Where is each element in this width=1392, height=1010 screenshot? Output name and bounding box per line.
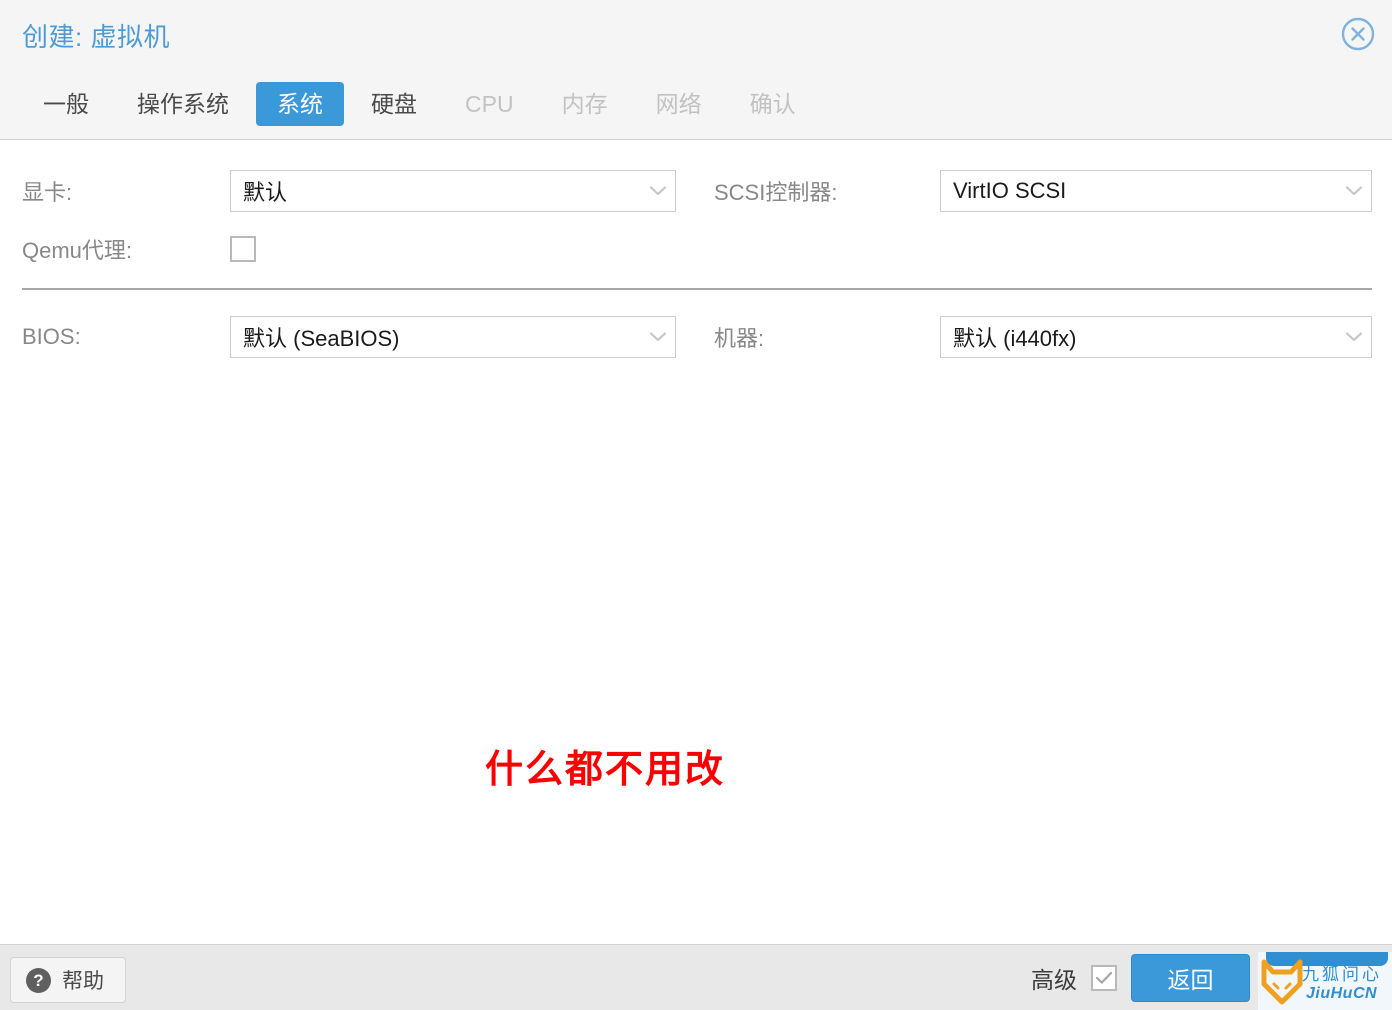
dialog-header: 创建: 虚拟机 一般 操作系统 系统 硬盘 CPU 内存 网络 确认 xyxy=(0,0,1392,140)
tab-disk[interactable]: 硬盘 xyxy=(350,82,438,126)
machine-label: 机器: xyxy=(714,326,765,351)
scsi-controller-label: SCSI控制器: xyxy=(714,180,838,205)
bios-value: 默认 (SeaBIOS) xyxy=(243,326,400,351)
close-icon[interactable] xyxy=(1340,16,1376,52)
tab-bar: 一般 操作系统 系统 硬盘 CPU 内存 网络 确认 xyxy=(0,82,1392,130)
section-divider xyxy=(22,288,1372,290)
page-title: 创建: 虚拟机 xyxy=(22,22,170,52)
machine-select[interactable]: 默认 (i440fx) xyxy=(940,316,1372,358)
watermark-text-en: JiuHuCN xyxy=(1306,985,1378,1002)
firmware-settings-form: BIOS: 默认 (SeaBIOS) 机器: 默认 (i440fx) xyxy=(0,308,1392,366)
chevron-down-icon xyxy=(1337,171,1371,211)
tab-network[interactable]: 网络 xyxy=(635,82,723,126)
system-settings-form: 显卡: 默认 SCSI控制器: VirtIO SCSI Qemu代理: xyxy=(0,162,1392,278)
scsi-controller-select[interactable]: VirtIO SCSI xyxy=(940,170,1372,212)
dialog-footer: ? 帮助 高级 返回 九狐问心 JiuHuCN xyxy=(0,944,1392,1010)
advanced-checkbox[interactable] xyxy=(1091,965,1117,991)
field-machine: 机器: 默认 (i440fx) xyxy=(696,308,1392,366)
tab-memory[interactable]: 内存 xyxy=(541,82,629,126)
graphics-card-value: 默认 xyxy=(243,180,288,205)
graphics-card-label: 显卡: xyxy=(22,180,73,205)
qemu-agent-checkbox[interactable] xyxy=(230,236,256,262)
bios-select[interactable]: 默认 (SeaBIOS) xyxy=(230,316,676,358)
help-button-label: 帮助 xyxy=(62,970,104,993)
advanced-label: 高级 xyxy=(1031,967,1077,993)
tab-confirm[interactable]: 确认 xyxy=(729,82,817,126)
form-row-graphics-scsi: 显卡: 默认 SCSI控制器: VirtIO SCSI xyxy=(0,162,1392,220)
watermark-text-cn: 九狐问心 xyxy=(1302,965,1382,984)
scsi-controller-value: VirtIO SCSI xyxy=(953,178,1067,203)
form-row-qemu-agent: Qemu代理: xyxy=(0,220,1392,278)
help-button[interactable]: ? 帮助 xyxy=(10,957,126,1003)
question-mark-icon: ? xyxy=(26,967,51,993)
form-row-spacer xyxy=(696,220,1392,278)
create-vm-dialog: 创建: 虚拟机 一般 操作系统 系统 硬盘 CPU 内存 网络 确认 显卡: 默… xyxy=(0,0,1392,1010)
chevron-down-icon xyxy=(1337,317,1371,357)
bios-label: BIOS: xyxy=(22,324,81,349)
tab-os[interactable]: 操作系统 xyxy=(116,82,250,126)
field-bios: BIOS: 默认 (SeaBIOS) xyxy=(0,308,696,366)
field-scsi-controller: SCSI控制器: VirtIO SCSI xyxy=(696,162,1392,220)
graphics-card-select[interactable]: 默认 xyxy=(230,170,676,212)
fox-head-logo-icon xyxy=(1260,958,1304,1010)
field-qemu-agent: Qemu代理: xyxy=(0,220,696,278)
tab-cpu[interactable]: CPU xyxy=(444,82,535,126)
back-button[interactable]: 返回 xyxy=(1131,954,1250,1002)
tab-system[interactable]: 系统 xyxy=(256,82,344,127)
tab-general[interactable]: 一般 xyxy=(22,82,110,126)
chevron-down-icon xyxy=(641,171,675,211)
machine-value: 默认 (i440fx) xyxy=(953,326,1077,351)
qemu-agent-label: Qemu代理: xyxy=(22,238,133,263)
form-row-bios-machine: BIOS: 默认 (SeaBIOS) 机器: 默认 (i440fx) xyxy=(0,308,1392,366)
dialog-body: 显卡: 默认 SCSI控制器: VirtIO SCSI Qemu代理: BIOS… xyxy=(0,140,1392,944)
annotation-text: 什么都不用改 xyxy=(484,749,725,791)
chevron-down-icon xyxy=(641,317,675,357)
footer-actions: 高级 返回 xyxy=(1031,945,1250,1010)
watermark: 九狐问心 JiuHuCN xyxy=(1258,952,1392,1010)
field-graphics-card: 显卡: 默认 xyxy=(0,162,696,220)
